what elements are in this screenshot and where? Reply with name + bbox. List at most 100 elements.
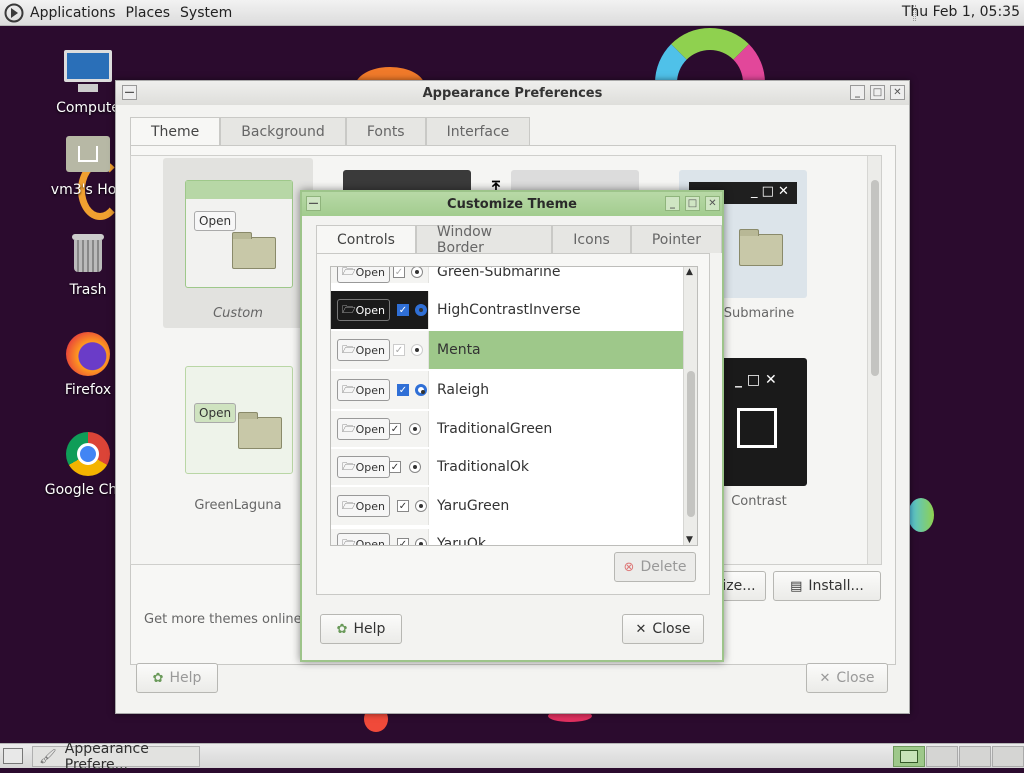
workspace-3[interactable] xyxy=(959,746,991,767)
preview-check: ✓ xyxy=(389,461,401,473)
list-item[interactable]: 🗁 Open ✓ Raleigh xyxy=(331,371,685,409)
close-icon: ✕ xyxy=(819,670,831,686)
install-icon: ▤ xyxy=(790,578,803,594)
theme-name: TraditionalGreen xyxy=(437,421,553,437)
preview-radio xyxy=(409,423,421,435)
wallpaper-shape xyxy=(908,498,934,532)
theme-item-greenlaguna[interactable]: Open GreenLaguna xyxy=(163,366,313,516)
preview-open-button: 🗁 Open xyxy=(337,339,391,361)
tab-fonts[interactable]: Fonts xyxy=(345,117,426,145)
maximize-button[interactable]: □ xyxy=(870,85,885,100)
preview-radio xyxy=(415,304,427,316)
list-item[interactable]: 🗁 Open ✓ YaruGreen xyxy=(331,487,685,525)
controls-theme-list[interactable]: 🗁 Open ✓ Green-Submarine 🗁 Open ✓ HighCo… xyxy=(330,266,698,546)
list-item[interactable]: 🗁 Open ✓ TraditionalGreen xyxy=(331,411,685,447)
preview-open-button: 🗁 Open xyxy=(337,299,391,321)
tab-background[interactable]: Background xyxy=(220,117,346,145)
preview-open-button: 🗁 Open xyxy=(337,456,391,478)
close-window-button[interactable]: ✕ xyxy=(705,196,720,211)
system-menu[interactable]: System xyxy=(180,5,232,21)
preview-open-button: Open xyxy=(194,403,237,423)
help-button[interactable]: ✿ Help xyxy=(320,614,402,644)
scroll-down-arrow-icon[interactable]: ▼ xyxy=(686,535,693,545)
list-item[interactable]: 🗁 Open ✓ YaruOk xyxy=(331,529,685,546)
window-menu-button[interactable]: — xyxy=(122,85,137,100)
applications-menu[interactable]: Applications xyxy=(30,5,116,21)
computer-icon xyxy=(64,48,112,96)
list-item[interactable]: 🗁 Open ✓ TraditionalOk xyxy=(331,449,685,485)
close-button[interactable]: ✕ Close xyxy=(622,614,704,644)
theme-preview: 🗁 Open ✓ xyxy=(331,371,429,409)
menu-logo-icon[interactable] xyxy=(4,3,24,23)
folder-icon xyxy=(232,232,276,269)
delete-icon: ⊗ xyxy=(623,559,635,575)
get-more-themes-link[interactable]: Get more themes online xyxy=(144,612,302,627)
workspace-2[interactable] xyxy=(926,746,958,767)
list-item[interactable]: 🗁 Open ✓ HighContrastInverse xyxy=(331,291,685,329)
show-desktop-icon[interactable] xyxy=(3,748,23,764)
theme-name: Green-Submarine xyxy=(437,266,561,280)
preview-check: ✓ xyxy=(393,344,405,356)
close-icon: ✕ xyxy=(635,621,647,637)
top-panel: Applications Places System Thu Feb 1, 05… xyxy=(0,0,1024,26)
preview-check: ✓ xyxy=(397,384,409,396)
tab-pointer[interactable]: Pointer xyxy=(630,225,722,253)
theme-item-custom[interactable]: Open Custom xyxy=(163,158,313,328)
maximize-button[interactable]: □ xyxy=(685,196,700,211)
delete-button[interactable]: ⊗ Delete xyxy=(614,552,696,582)
workspace-4[interactable] xyxy=(992,746,1024,767)
tab-theme[interactable]: Theme xyxy=(130,117,221,145)
theme-name: YaruOk xyxy=(437,536,486,546)
tab-controls[interactable]: Controls xyxy=(316,225,416,253)
help-button[interactable]: ✿ Help xyxy=(136,663,218,693)
bottom-taskbar: 🖌 Appearance Prefere... xyxy=(0,741,1024,773)
taskbar-item-appearance[interactable]: 🖌 Appearance Prefere... xyxy=(32,741,200,773)
preview-check: ✓ xyxy=(389,423,401,435)
customize-titlebar[interactable]: — Customize Theme _ □ ✕ xyxy=(302,192,722,216)
desktop-icon-label: Firefox xyxy=(64,382,112,398)
theme-label: GreenLaguna xyxy=(194,498,282,513)
theme-preview: 🗁 Open ✓ xyxy=(331,487,429,525)
customize-button-label: ize... xyxy=(722,578,756,594)
tab-interface[interactable]: Interface xyxy=(425,117,531,145)
theme-name: Raleigh xyxy=(437,382,490,398)
tab-window-border[interactable]: Window Border xyxy=(415,224,553,256)
window-menu-button[interactable]: — xyxy=(306,196,321,211)
clock[interactable]: Thu Feb 1, 05:35 xyxy=(902,4,1020,20)
preview-check: ✓ xyxy=(397,500,409,512)
scroll-up-arrow-icon[interactable]: ▲ xyxy=(686,267,693,277)
install-button-label: Install... xyxy=(808,578,864,594)
close-button-label: Close xyxy=(836,670,875,686)
theme-list-scrollbar[interactable] xyxy=(867,156,881,564)
theme-preview: 🗁 Open ✓ xyxy=(331,291,429,329)
preview-open-button: 🗁 Open xyxy=(337,379,391,401)
controls-list-scrollbar[interactable]: ▲ ▼ xyxy=(683,267,697,545)
minimize-button[interactable]: _ xyxy=(665,196,680,211)
delete-button-label: Delete xyxy=(640,559,687,575)
trash-icon xyxy=(64,230,112,278)
tab-icons[interactable]: Icons xyxy=(552,225,631,253)
preview-open-button: 🗁 Open xyxy=(337,495,391,517)
desktop-icon-label: Trash xyxy=(69,282,107,298)
scrollbar-thumb[interactable] xyxy=(687,371,695,517)
scrollbar-thumb[interactable] xyxy=(871,180,879,376)
theme-preview: 🗁 Open ✓ xyxy=(331,529,429,545)
close-button[interactable]: ✕ Close xyxy=(806,663,888,693)
appearance-titlebar[interactable]: — Appearance Preferences _ □ ✕ xyxy=(116,81,909,105)
list-item-selected[interactable]: 🗁 Open ✓ Menta xyxy=(331,331,685,369)
preview-radio xyxy=(411,344,423,356)
firefox-icon xyxy=(64,330,112,378)
preview-open-button: 🗁 Open xyxy=(337,267,391,283)
minimize-button[interactable]: _ xyxy=(850,85,865,100)
theme-name: TraditionalOk xyxy=(437,459,530,475)
places-menu[interactable]: Places xyxy=(126,5,171,21)
help-icon: ✿ xyxy=(336,621,348,637)
close-window-button[interactable]: ✕ xyxy=(890,85,905,100)
preview-check: ✓ xyxy=(397,538,409,545)
workspace-1[interactable] xyxy=(893,746,925,767)
list-item[interactable]: 🗁 Open ✓ Green-Submarine xyxy=(331,266,685,283)
install-button[interactable]: ▤ Install... xyxy=(773,571,881,601)
home-folder-icon xyxy=(64,130,112,178)
theme-preview: Open xyxy=(185,180,293,288)
theme-preview: Open xyxy=(185,366,293,474)
